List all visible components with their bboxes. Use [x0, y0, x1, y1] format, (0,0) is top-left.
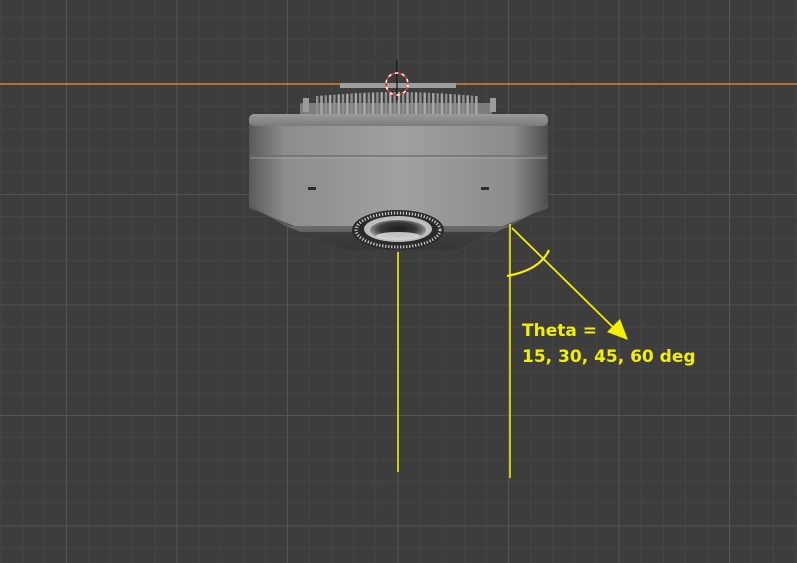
heatsink-fin [470, 95, 474, 114]
theta-arc [506, 249, 551, 278]
housing-top-rim [249, 114, 548, 126]
heatsink-fin [457, 94, 461, 114]
slot-right [481, 187, 489, 190]
housing-body [249, 114, 548, 226]
heatsink-fin [419, 92, 422, 114]
heatsink-fin [402, 92, 405, 114]
theta-label-line2: 15, 30, 45, 60 deg [522, 347, 696, 367]
heatsink-fin [380, 92, 383, 114]
heatsink-fin [354, 93, 358, 114]
heatsink-fin [367, 92, 370, 114]
heatsink-fin [324, 95, 327, 114]
heatsink-fin [414, 92, 418, 114]
heatsink-fin [320, 95, 323, 114]
heatsink-fin [410, 92, 413, 114]
theta-label: Theta = 15, 30, 45, 60 deg [522, 318, 696, 370]
heatsink-fin [316, 96, 319, 114]
heatsink-fin [449, 94, 452, 114]
heatsink-fin [363, 92, 366, 114]
heatsink-fin [341, 94, 345, 114]
heatsink-fin [445, 93, 448, 114]
heatsink-fin [346, 93, 349, 114]
heatsink-fin [432, 92, 435, 114]
post-left [303, 98, 309, 112]
heatsink-fin [359, 92, 362, 114]
lens-highlight [376, 232, 420, 240]
theta-label-line1: Theta = [522, 321, 597, 341]
heatsink-fin [475, 96, 478, 114]
heatsink-fin [376, 92, 379, 114]
heatsink-fin [333, 94, 336, 114]
post-right [490, 98, 496, 112]
heatsink-fin [423, 92, 426, 114]
heatsink-fin [462, 94, 465, 114]
heatsink-fin [384, 92, 388, 114]
heatsink-fin [371, 92, 375, 114]
heatsink-fin [328, 94, 332, 114]
heatsink-fin [440, 93, 444, 114]
heatsink-fin [350, 93, 353, 114]
heatsink-fin [337, 94, 340, 114]
heatsink-fin [406, 92, 409, 114]
slot-left [308, 187, 316, 190]
viewport-canvas[interactable] [0, 0, 797, 563]
heatsink-cap [340, 83, 456, 88]
lens-assembly [352, 210, 444, 250]
heatsink-fin [466, 95, 469, 114]
heatsink-fin [436, 93, 439, 114]
sensor-housing-model[interactable] [249, 83, 548, 250]
heatsink-fin [389, 92, 392, 114]
heatsink-fin [427, 92, 431, 114]
3d-viewport[interactable]: Theta = 15, 30, 45, 60 deg [0, 0, 797, 563]
heatsink-fin [453, 94, 456, 114]
